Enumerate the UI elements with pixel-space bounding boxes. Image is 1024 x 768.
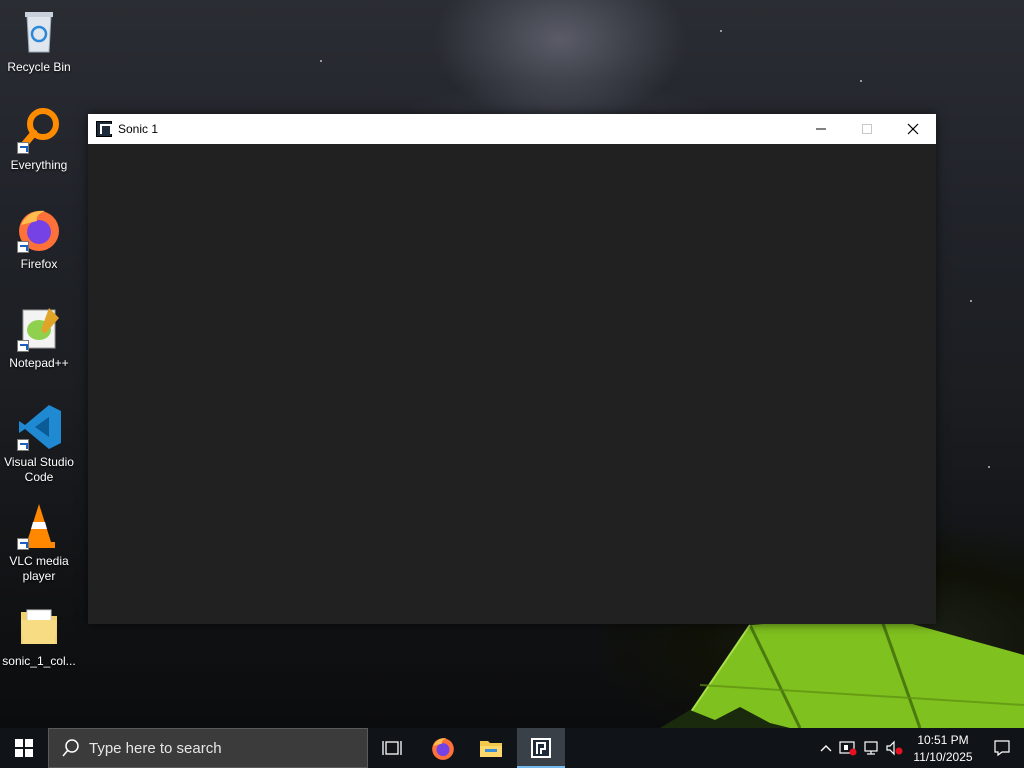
- desktop-icon-recycle-bin[interactable]: Recycle Bin: [0, 8, 78, 75]
- desktop-icon-label: Notepad++: [9, 356, 69, 370]
- network-icon: [864, 741, 878, 755]
- windows-logo-icon: [15, 739, 33, 757]
- shortcut-arrow-icon: [17, 439, 29, 451]
- chevron-up-icon: [820, 745, 832, 752]
- search-placeholder: Type here to search: [89, 739, 222, 757]
- maximize-button[interactable]: [844, 114, 890, 144]
- taskbar-sonic[interactable]: [517, 728, 565, 768]
- desktop-icon-label: Visual Studio Code: [4, 455, 74, 484]
- volume-muted-icon: [886, 740, 903, 756]
- glowing-tent: [660, 615, 1024, 728]
- security-status-button[interactable]: [838, 738, 858, 758]
- notification-icon: [994, 740, 1010, 757]
- desktop-icon-label: Firefox: [20, 257, 58, 271]
- close-icon: [907, 123, 919, 135]
- sonic-app-icon: [96, 121, 112, 137]
- shortcut-arrow-icon: [17, 538, 29, 550]
- start-button[interactable]: [0, 728, 48, 768]
- desktop-icon-label: Everything: [10, 158, 68, 172]
- taskbar-firefox[interactable]: [419, 728, 467, 768]
- desktop-icon-vlc[interactable]: VLC media player: [0, 502, 78, 584]
- task-view-button[interactable]: [368, 728, 416, 768]
- taskbar: Type here to search 10:51 PM 11/10/2025: [0, 728, 1024, 768]
- notepad-plus-plus-icon: [15, 304, 63, 352]
- sonic-window[interactable]: Sonic 1: [88, 114, 936, 624]
- security-warning-icon: [839, 741, 857, 756]
- firefox-icon: [432, 738, 454, 760]
- minimize-icon: [816, 128, 826, 130]
- task-view-icon: [382, 741, 402, 755]
- desktop-icon-label: VLC media player: [9, 554, 69, 583]
- show-hidden-icons-button[interactable]: [816, 738, 836, 758]
- minimize-button[interactable]: [798, 114, 844, 144]
- window-titlebar[interactable]: Sonic 1: [88, 114, 936, 144]
- desktop-icon-firefox[interactable]: Firefox: [0, 205, 78, 272]
- shortcut-arrow-icon: [17, 340, 29, 352]
- shortcut-arrow-icon: [17, 142, 29, 154]
- vlc-icon: [15, 502, 63, 550]
- desktop-icon-vscode[interactable]: Visual Studio Code: [0, 403, 78, 485]
- vscode-icon: [15, 403, 63, 451]
- window-title: Sonic 1: [118, 122, 159, 136]
- clock-date: 11/10/2025: [913, 750, 973, 764]
- desktop-icon-label: Recycle Bin: [7, 60, 71, 74]
- desktop-icon-notepad-plus-plus[interactable]: Notepad++: [0, 304, 78, 371]
- desktop-icon-everything[interactable]: Everything: [0, 106, 78, 173]
- search-icon: [62, 739, 79, 757]
- firefox-icon: [15, 205, 63, 253]
- shortcut-arrow-icon: [17, 241, 29, 253]
- volume-button[interactable]: [884, 738, 904, 758]
- clock[interactable]: 10:51 PM 11/10/2025: [906, 730, 980, 766]
- everything-search-icon: [15, 106, 63, 154]
- maximize-icon: [862, 124, 872, 134]
- network-button[interactable]: [862, 738, 882, 758]
- close-button[interactable]: [890, 114, 936, 144]
- taskbar-file-explorer[interactable]: [467, 728, 515, 768]
- sonic-app-icon: [531, 738, 551, 758]
- desktop-icon-label: sonic_1_col...: [2, 654, 76, 668]
- action-center-button[interactable]: [980, 728, 1024, 768]
- search-box[interactable]: Type here to search: [48, 728, 368, 768]
- desktop-icon-sonic-folder[interactable]: sonic_1_col...: [0, 602, 78, 669]
- game-viewport[interactable]: [88, 144, 936, 624]
- clock-time: 10:51 PM: [917, 733, 969, 747]
- recycle-bin-icon: [15, 8, 63, 56]
- file-explorer-icon: [480, 741, 502, 757]
- folder-icon: [15, 602, 63, 650]
